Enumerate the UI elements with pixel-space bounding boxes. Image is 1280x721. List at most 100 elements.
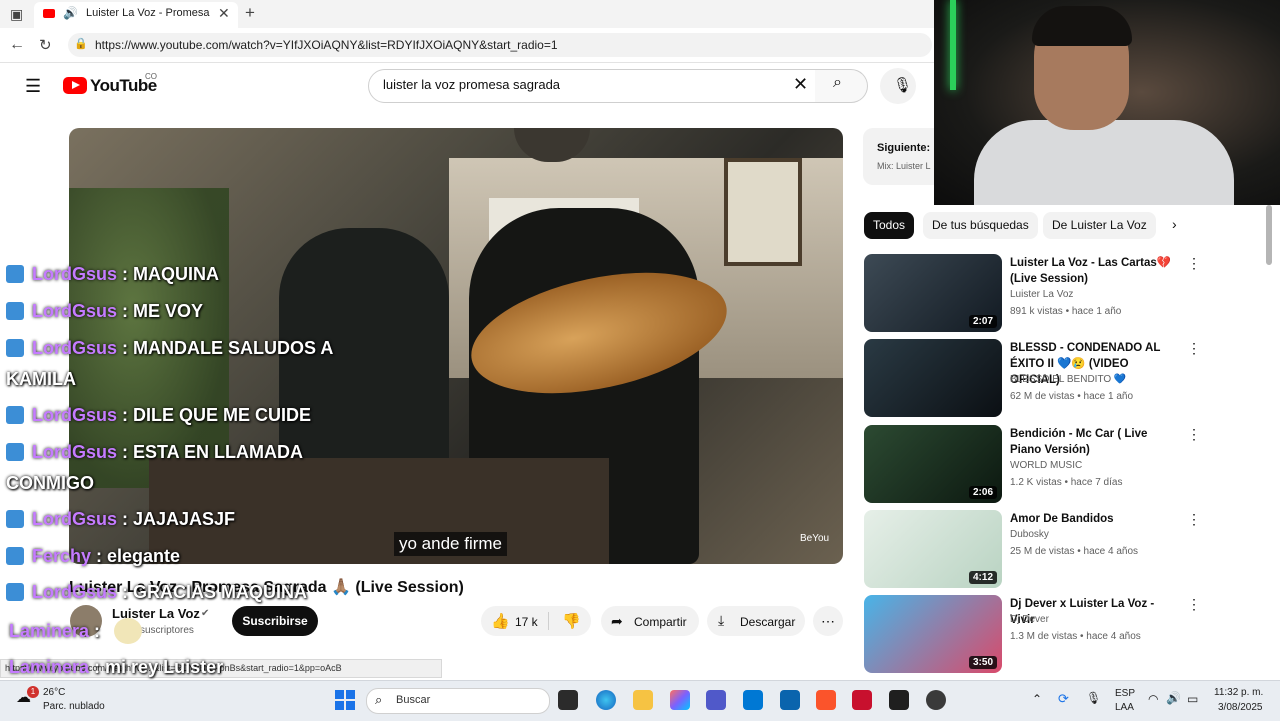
tray-mic-icon[interactable]: 🎙 (1086, 691, 1101, 705)
chip-from-searches[interactable]: De tus búsquedas (923, 212, 1038, 239)
next-up-label: Siguiente: (877, 142, 931, 154)
download-label: Descargar (740, 615, 796, 629)
taskbar-search[interactable] (366, 688, 550, 714)
chat-sticker-icon (114, 618, 142, 644)
next-up-panel[interactable] (863, 128, 935, 185)
chat-text: mi rey Luister (105, 657, 224, 677)
related-channel[interactable]: BLESSD EL BENDITO 💙 (1010, 374, 1126, 385)
language-code[interactable]: ESP (1115, 688, 1135, 699)
youtube-logo-icon[interactable] (63, 77, 87, 94)
related-more-icon[interactable]: ⋮ (1187, 255, 1201, 272)
related-title[interactable]: Luister La Voz - Las Cartas💔 (Live Sessi… (1010, 255, 1180, 287)
next-up-sub: Mix: Luister L (877, 161, 931, 171)
related-thumbnail[interactable]: 3:50 (864, 595, 1002, 673)
store-icon[interactable] (743, 690, 763, 710)
weather-temp[interactable]: 26°C (43, 687, 65, 698)
download-icon: ⤓ (718, 612, 725, 628)
windows-start-icon[interactable] (335, 690, 355, 710)
related-title[interactable]: Amor De Bandidos (1010, 511, 1180, 527)
close-tab-icon[interactable]: ✕ (218, 5, 230, 22)
related-more-icon[interactable]: ⋮ (1187, 340, 1201, 357)
clear-search-icon[interactable]: ✕ (793, 74, 808, 95)
chat-message: LordGsus : ESTA EN LLAMADA (6, 442, 303, 463)
tab-actions-icon[interactable]: ▣ (10, 6, 23, 23)
obs-icon[interactable] (926, 690, 946, 710)
related-thumbnail[interactable]: 2:07 (864, 254, 1002, 332)
chip-all[interactable]: Todos (864, 212, 915, 239)
clock-date[interactable]: 3/08/2025 (1218, 702, 1263, 713)
language-layout[interactable]: LAA (1115, 702, 1134, 713)
scrollbar[interactable] (1266, 205, 1272, 265)
tab-title: Luister La Voz - Promesa Sagrada (86, 7, 212, 19)
chip-from-channel[interactable]: De Luister La Voz (1043, 212, 1156, 239)
taskbar-search-text: Buscar (396, 694, 431, 706)
battery-icon[interactable]: ▭ (1187, 692, 1198, 706)
video-subtitle: yo ande firme (394, 532, 507, 556)
sync-icon[interactable]: ⟳ (1058, 691, 1069, 707)
webcam-led-light (950, 0, 956, 90)
duration-badge: 2:06 (968, 486, 997, 499)
copilot-icon[interactable] (670, 690, 690, 710)
wifi-icon[interactable]: ◠ (1148, 692, 1158, 706)
volume-icon[interactable]: 🔊 (1166, 691, 1181, 705)
dislike-icon[interactable]: 👎 (562, 612, 581, 630)
tray-chevron-up-icon[interactable]: ⌃ (1032, 692, 1042, 706)
outlook-icon[interactable] (780, 690, 800, 710)
back-icon[interactable]: ← (9, 36, 25, 54)
edge-browser-icon[interactable] (596, 690, 616, 710)
microphone-icon: 🎙 (893, 77, 913, 94)
related-channel[interactable]: Dj Dever (1010, 614, 1049, 625)
like-count[interactable]: 17 k (515, 615, 538, 629)
more-actions-icon[interactable]: ⋯ (813, 606, 843, 636)
related-channel[interactable]: WORLD MUSIC (1010, 460, 1082, 471)
antivirus-icon[interactable] (852, 690, 872, 710)
speaker-icon[interactable]: 🔊 (63, 6, 78, 20)
related-thumbnail[interactable]: 2:06 (864, 425, 1002, 503)
related-channel[interactable]: Dubosky (1010, 529, 1049, 540)
related-more-icon[interactable]: ⋮ (1187, 426, 1201, 443)
chat-text: GRACIAS MAQUINA (133, 582, 308, 602)
chat-badge-icon (6, 339, 24, 357)
app-icon[interactable] (889, 690, 909, 710)
taskbar-search-icon: ⌕ (375, 692, 383, 707)
related-meta: 891 k vistas • hace 1 año (1010, 306, 1122, 317)
clock-time[interactable]: 11:32 p. m. (1214, 687, 1263, 698)
menu-icon[interactable]: ☰ (25, 76, 41, 97)
chevron-right-icon[interactable]: › (1172, 216, 1177, 232)
weather-desc[interactable]: Parc. nublado (43, 701, 105, 712)
chat-message: Ferchy : elegante (6, 546, 180, 567)
chat-separator: : (117, 442, 134, 462)
related-thumbnail[interactable]: 4:12 (864, 510, 1002, 588)
related-meta: 1.3 M de vistas • hace 4 años (1010, 631, 1141, 642)
task-view-icon[interactable] (558, 690, 578, 710)
chat-separator: : (91, 546, 108, 566)
teams-icon[interactable] (706, 690, 726, 710)
chat-badge-icon (6, 443, 24, 461)
video-scene-portrait (724, 158, 802, 266)
like-icon[interactable]: 👍 (491, 612, 510, 630)
related-channel[interactable]: Luister La Voz (1010, 289, 1073, 300)
site-info-icon[interactable]: 🔒 (74, 37, 88, 50)
chat-message: LordGsus : MANDALE SALUDOS A (6, 338, 333, 359)
chat-text: elegante (107, 546, 181, 566)
related-more-icon[interactable]: ⋮ (1187, 511, 1201, 528)
chat-badge-icon (6, 510, 24, 528)
chat-message: LordGsus : JAJAJASJF (6, 509, 235, 530)
youtube-favicon-icon (43, 9, 55, 18)
subscribe-button[interactable]: Suscribirse (232, 606, 318, 636)
related-more-icon[interactable]: ⋮ (1187, 596, 1201, 613)
chat-separator: : (89, 657, 106, 677)
related-meta: 25 M de vistas • hace 4 años (1010, 546, 1139, 557)
reload-icon[interactable]: ↻ (39, 36, 52, 54)
related-meta: 62 M de vistas • hace 1 año (1010, 391, 1134, 402)
chat-username: Laminera (9, 621, 90, 641)
brave-icon[interactable] (816, 690, 836, 710)
chat-username: LordGsus (32, 509, 118, 529)
related-thumbnail[interactable] (864, 339, 1002, 417)
weather-badge: 1 (27, 686, 39, 698)
chat-text: ESTA EN LLAMADA (133, 442, 304, 462)
chat-text: JAJAJASJF (133, 509, 236, 529)
new-tab-icon[interactable]: + (245, 3, 255, 23)
related-title[interactable]: Bendición - Mc Car ( Live Piano Versión) (1010, 426, 1180, 458)
file-explorer-icon[interactable] (633, 690, 653, 710)
